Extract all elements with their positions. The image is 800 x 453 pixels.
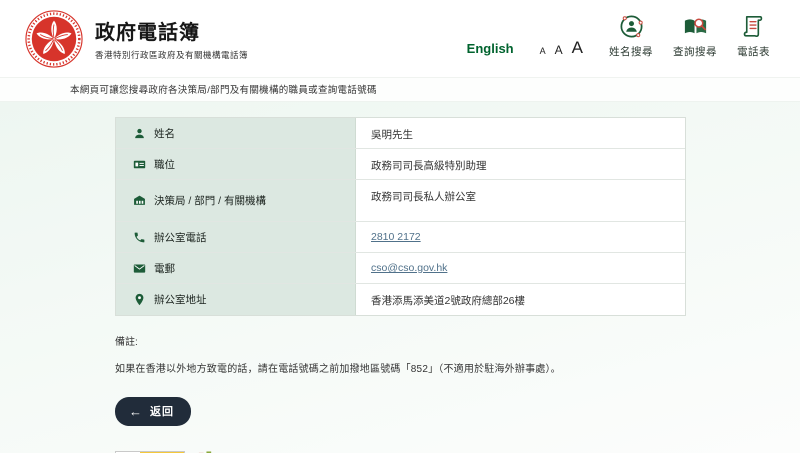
intro-banner: 本網頁可讓您搜尋政府各決策局/部門及有關機構的職員或查詢電話號碼 [0, 78, 800, 102]
remarks-title: 備註: [115, 333, 800, 348]
building-icon [133, 194, 146, 207]
row-label-cell: 辦公室地址 [116, 284, 356, 315]
title-block: 政府電話簿 香港特別行政區政府及有關機構電話簿 [95, 16, 248, 61]
header: 政府電話簿 香港特別行政區政府及有關機構電話簿 English A A A [0, 0, 800, 78]
phone-icon [133, 231, 146, 244]
page: 政府電話簿 香港特別行政區政府及有關機構電話簿 English A A A [0, 0, 800, 453]
contact-detail-table: 姓名 吳明先生 職位 政務司司長高級特別助理 決策局 / [115, 117, 686, 316]
nav-name-search-label: 姓名搜尋 [609, 44, 653, 59]
row-label-cell: 職位 [116, 149, 356, 179]
font-size-medium-button[interactable]: A [555, 44, 563, 56]
row-label-cell: 電郵 [116, 253, 356, 283]
remarks-note: 如果在香港以外地方致電的話，請在電話號碼之前加撥地區號碼「852」（不適用於駐海… [115, 360, 800, 375]
language-toggle-english[interactable]: English [467, 41, 514, 59]
header-nav: English A A A [467, 13, 770, 65]
nav-phone-list-label: 電話表 [737, 44, 770, 59]
row-label-cell: 姓名 [116, 118, 356, 148]
row-label-cell: 辦公室電話 [116, 222, 356, 252]
back-arrow-icon: ← [129, 405, 143, 418]
table-row-office-phone: 辦公室電話 2810 2172 [116, 222, 685, 253]
font-size-large-button[interactable]: A [572, 39, 583, 56]
nav-name-search[interactable]: 姓名搜尋 [609, 13, 653, 59]
back-button-label: 返回 [150, 403, 174, 419]
hksar-emblem-logo [25, 10, 83, 68]
row-label: 決策局 / 部門 / 有關機構 [154, 193, 266, 208]
person-search-icon [618, 13, 645, 40]
row-value-office-address: 香港添馬添美道2號政府總部26樓 [356, 284, 685, 315]
row-value-position: 政務司司長高級特別助理 [356, 149, 685, 179]
table-row-bureau: 決策局 / 部門 / 有關機構 政務司司長私人辦公室 [116, 180, 685, 222]
email-icon [133, 262, 146, 275]
page-title: 政府電話簿 [95, 16, 248, 45]
book-search-icon [682, 13, 709, 40]
font-size-controls: A A A [540, 39, 583, 59]
row-label: 電郵 [154, 261, 175, 276]
font-size-small-button[interactable]: A [540, 47, 546, 56]
row-label: 辦公室電話 [154, 230, 207, 245]
nav-phone-list[interactable]: 電話表 [737, 13, 770, 59]
nav-enquiry-search-label: 查詢搜尋 [673, 44, 717, 59]
row-value-email: cso@cso.gov.hk [356, 253, 685, 283]
main-content: 姓名 吳明先生 職位 政務司司長高級特別助理 決策局 / [0, 102, 800, 453]
email-link[interactable]: cso@cso.gov.hk [371, 262, 447, 274]
nav-enquiry-search[interactable]: 查詢搜尋 [673, 13, 717, 59]
back-button[interactable]: ← 返回 [115, 397, 191, 426]
table-row-email: 電郵 cso@cso.gov.hk [116, 253, 685, 284]
phone-number-link[interactable]: 2810 2172 [371, 231, 421, 243]
row-label-cell: 決策局 / 部門 / 有關機構 [116, 180, 356, 221]
id-badge-icon [133, 158, 146, 171]
row-value-office-phone: 2810 2172 [356, 222, 685, 252]
table-row-name: 姓名 吳明先生 [116, 118, 685, 149]
row-value-bureau: 政務司司長私人辦公室 [356, 180, 685, 221]
person-icon [133, 127, 146, 140]
row-label: 辦公室地址 [154, 292, 207, 307]
row-value-name: 吳明先生 [356, 118, 685, 148]
nav-group: 姓名搜尋 查詢搜尋 [609, 13, 770, 59]
table-row-position: 職位 政務司司長高級特別助理 [116, 149, 685, 180]
row-label: 姓名 [154, 126, 175, 141]
table-row-office-address: 辦公室地址 香港添馬添美道2號政府總部26樓 [116, 284, 685, 315]
phone-list-icon [740, 13, 767, 40]
row-label: 職位 [154, 157, 175, 172]
location-icon [133, 293, 146, 306]
page-subtitle: 香港特別行政區政府及有關機構電話簿 [95, 49, 248, 61]
